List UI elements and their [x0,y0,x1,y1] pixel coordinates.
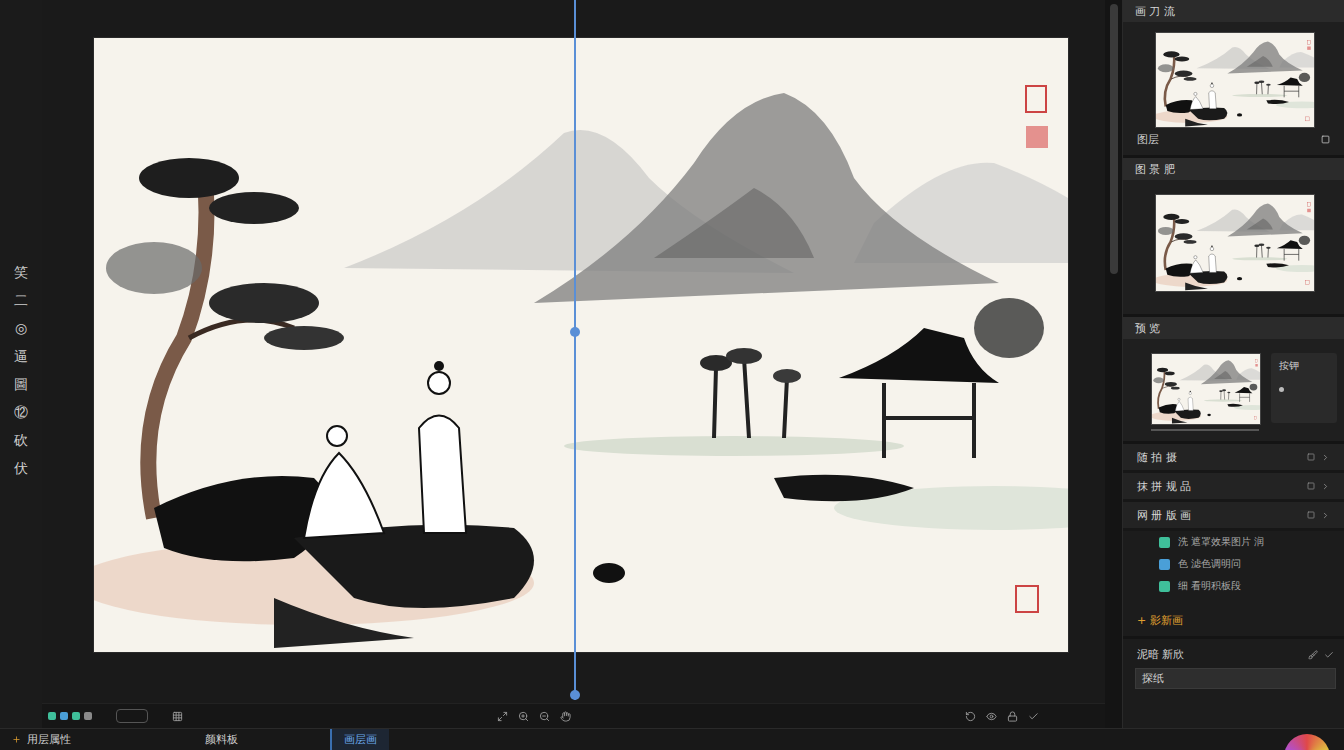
thumbnail-image [1152,354,1260,424]
thumbnail[interactable] [1151,353,1261,425]
tool-button[interactable]: ⑫ [14,402,28,422]
thumbnail[interactable] [1155,32,1315,128]
group-row[interactable]: 抹 拼 规 品 [1123,473,1344,502]
chevron-icon[interactable] [1321,511,1330,520]
tool-button[interactable]: 逼 [14,346,28,366]
check-icon[interactable] [1028,711,1039,722]
add-layer-button[interactable]: + 影新画 [1123,597,1344,639]
bottom-tab[interactable]: 画层画 [330,729,389,750]
preview-panel: 预 览按钾 [1123,317,1344,444]
grid-icon[interactable] [172,711,183,722]
check-icon[interactable] [1324,650,1334,660]
tool-button[interactable]: 笑 [14,262,28,282]
bottom-tab[interactable]: 颜料板 [193,729,250,750]
square-icon[interactable] [1307,453,1315,461]
control-box[interactable]: 按钾 [1271,353,1337,423]
square-icon[interactable] [1307,482,1315,490]
bottom-tab[interactable]: 用层属性 [0,729,83,750]
bottom-bar: 用层属性 颜料板 画层画 [0,728,1344,750]
tool-strip: 笑二 ◎ 逼圖 ⑫ 砍伏 [0,0,42,728]
tool-button[interactable]: 二 [14,290,28,310]
square-icon[interactable] [1321,135,1330,144]
rotate-icon[interactable] [965,711,976,722]
chevron-icon[interactable] [1321,482,1330,491]
scroll-thumb[interactable] [1110,4,1118,274]
fit-icon[interactable] [497,711,508,722]
color-swatch[interactable] [48,712,56,720]
brush-field[interactable]: 探纸 [1135,668,1336,689]
thumbnail[interactable] [1155,194,1315,292]
app-window: 笑二 ◎ 逼圖 ⑫ 砍伏 画 刀 流图层图 景 肥预 览按钾随 拍 摄抹 拼 规 品网 册… [0,0,1344,750]
side-panel: 画 刀 流图层图 景 肥预 览按钾随 拍 摄抹 拼 规 品网 册 版 画洗 遮罩… [1122,0,1344,728]
reference-panel: 图 景 肥 [1123,158,1344,317]
panel-header[interactable]: 图 景 肥 [1123,158,1344,180]
thumbnail-image [1156,33,1314,127]
tool-button[interactable]: 砍 [14,430,28,450]
zoom-in-icon[interactable] [518,711,529,722]
chevron-icon[interactable] [1321,453,1330,462]
preview-slider[interactable] [1151,429,1259,431]
layer-row[interactable]: 色 滤色调明问 [1123,553,1344,575]
brush-icon[interactable] [1308,650,1318,660]
tool-button[interactable]: 伏 [14,458,28,478]
brush-header: 泥暗 新欣 [1123,639,1344,666]
hand-icon[interactable] [560,711,571,722]
scrollbar [1105,0,1122,728]
panel-header[interactable]: 画 刀 流 [1123,0,1344,22]
tool-button[interactable]: ◎ [15,318,27,338]
navigator-panel: 画 刀 流图层 [1123,0,1344,158]
control-dot [1279,387,1284,392]
panel-caption: 图层 [1123,128,1344,155]
color-swatch[interactable] [84,712,92,720]
zoom-box[interactable] [116,709,148,723]
layer-row[interactable]: 洗 遮罩效果图片 润 [1123,531,1344,553]
eye-icon[interactable] [986,711,997,722]
layer-row[interactable]: 细 看明积板段 [1123,575,1344,597]
canvas-footer [42,703,1105,728]
color-swatch[interactable] [72,712,80,720]
guide-handle[interactable] [570,690,580,700]
plus-icon [12,735,21,744]
layer-swatch [1159,581,1170,592]
vertical-guide[interactable] [574,0,576,700]
ink-painting [94,38,1068,652]
group-row[interactable]: 网 册 版 画 [1123,502,1344,531]
guide-handle[interactable] [570,327,580,337]
layer-swatch [1159,559,1170,570]
color-swatch[interactable] [60,712,68,720]
lock-icon[interactable] [1007,711,1018,722]
thumbnail-image [1156,195,1314,291]
square-icon[interactable] [1307,511,1315,519]
layer-swatch [1159,537,1170,548]
panel-header[interactable]: 预 览 [1123,317,1344,339]
group-row[interactable]: 随 拍 摄 [1123,444,1344,473]
canvas-area [42,0,1105,728]
canvas-sheet[interactable] [94,38,1068,652]
zoom-out-icon[interactable] [539,711,550,722]
tool-button[interactable]: 圖 [14,374,28,394]
